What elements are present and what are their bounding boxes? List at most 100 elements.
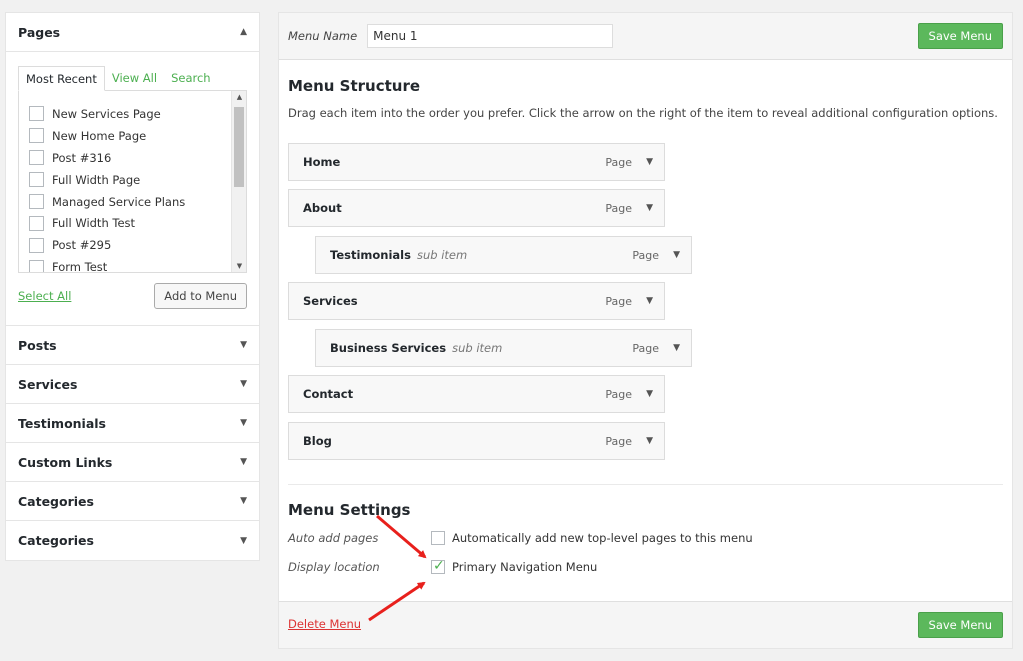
menu-item-blog[interactable]: Blog Page ▼: [288, 422, 665, 460]
page-label: Post #316: [52, 150, 112, 165]
list-item[interactable]: Full Width Test: [29, 212, 246, 234]
posts-accordion-header[interactable]: Posts ▼: [6, 326, 259, 365]
page-checkbox[interactable]: [29, 194, 44, 209]
categories-accordion-header[interactable]: Categories ▼: [6, 482, 259, 521]
page-label: Post #295: [52, 238, 112, 253]
select-all-link[interactable]: Select All: [18, 289, 71, 303]
menu-item-contact[interactable]: Contact Page ▼: [288, 375, 665, 413]
caret-down-icon[interactable]: ▼: [646, 203, 653, 213]
page-label: New Services Page: [52, 106, 161, 121]
tab-view-all[interactable]: View All: [105, 66, 164, 91]
auto-add-option[interactable]: Automatically add new top-level pages to…: [431, 531, 753, 545]
page-label: New Home Page: [52, 128, 147, 143]
page-checkbox[interactable]: [29, 128, 44, 144]
auto-add-checkbox[interactable]: [431, 531, 445, 545]
services-accordion-header[interactable]: Services ▼: [6, 365, 259, 404]
menu-item-title: Services: [303, 294, 358, 308]
menu-item-type: Page: [605, 387, 632, 401]
pages-actions: Select All Add to Menu: [18, 283, 247, 309]
tab-search[interactable]: Search: [164, 66, 218, 91]
scroll-up-icon[interactable]: ▲: [232, 93, 246, 101]
menu-item-type: Page: [632, 341, 659, 355]
menu-item-services[interactable]: Services Page ▼: [288, 282, 665, 320]
auto-add-text: Automatically add new top-level pages to…: [452, 531, 753, 545]
chevron-down-icon[interactable]: ▼: [240, 536, 247, 546]
page-label: Managed Service Plans: [52, 194, 186, 209]
accordion-title: Testimonials: [18, 415, 107, 431]
list-item[interactable]: Form Test: [29, 256, 246, 272]
testimonials-accordion-header[interactable]: Testimonials ▼: [6, 404, 259, 443]
chevron-down-icon[interactable]: ▼: [240, 418, 247, 428]
custom-links-accordion-header[interactable]: Custom Links ▼: [6, 443, 259, 482]
menu-structure-section: Menu Structure Drag each item into the o…: [279, 77, 1012, 120]
accordion-title: Posts: [18, 337, 57, 353]
menu-item-title: Testimonials: [330, 248, 411, 262]
list-item[interactable]: Post #316: [29, 147, 246, 169]
tab-most-recent[interactable]: Most Recent: [18, 66, 105, 91]
menu-item-testimonials[interactable]: Testimonials sub item Page ▼: [315, 236, 692, 274]
scrollbar-thumb[interactable]: [234, 107, 244, 187]
menu-name-label: Menu Name: [288, 29, 358, 43]
menu-item-title: Contact: [303, 387, 354, 401]
accordion-title: Categories: [18, 533, 94, 548]
menu-header-bar: Menu Name Menu 1 Save Menu: [279, 13, 1012, 60]
categories-accordion-header-2[interactable]: Categories ▼: [6, 521, 259, 560]
caret-down-icon[interactable]: ▼: [646, 157, 653, 167]
menu-item-type: Page: [605, 155, 632, 169]
list-item[interactable]: Full Width Page: [29, 169, 246, 191]
menu-item-type: Page: [605, 434, 632, 448]
scroll-down-icon[interactable]: ▼: [232, 262, 246, 270]
menu-item-type: Page: [632, 248, 659, 262]
menu-item-about[interactable]: About Page ▼: [288, 189, 665, 227]
caret-down-icon[interactable]: ▼: [646, 389, 653, 399]
list-item[interactable]: Managed Service Plans: [29, 191, 246, 213]
chevron-down-icon[interactable]: ▼: [240, 496, 247, 506]
menu-item-type: Page: [605, 201, 632, 215]
list-item[interactable]: Post #295: [29, 234, 246, 256]
menu-item-home[interactable]: Home Page ▼: [288, 143, 665, 181]
caret-down-icon[interactable]: ▼: [673, 343, 680, 353]
scrollbar[interactable]: ▲ ▼: [231, 91, 246, 272]
menu-footer-bar: Delete Menu Save Menu: [279, 601, 1012, 648]
save-menu-button-bottom[interactable]: Save Menu: [917, 612, 1003, 638]
display-location-row: Display location ✓ Primary Navigation Me…: [288, 558, 598, 574]
chevron-up-icon[interactable]: ▲: [240, 27, 247, 37]
menu-structure-title: Menu Structure: [288, 77, 421, 95]
checkmark-icon: ✓: [433, 558, 445, 574]
page-checkbox[interactable]: [29, 172, 44, 188]
primary-nav-option[interactable]: ✓ Primary Navigation Menu: [431, 558, 598, 574]
chevron-down-icon[interactable]: ▼: [240, 457, 247, 467]
page-checkbox[interactable]: [29, 215, 44, 231]
list-item[interactable]: New Home Page: [29, 125, 246, 147]
auto-add-label: Auto add pages: [288, 531, 379, 545]
menu-item-title: Business Services: [330, 341, 447, 355]
add-menu-items-sidebar: Pages ▲ Most Recent View All Search New …: [5, 12, 260, 561]
page-label: Full Width Test: [52, 216, 136, 231]
menu-item-business-services[interactable]: Business Services sub item Page ▼: [315, 329, 692, 367]
chevron-down-icon[interactable]: ▼: [240, 379, 247, 389]
caret-down-icon[interactable]: ▼: [646, 436, 653, 446]
caret-down-icon[interactable]: ▼: [673, 250, 680, 260]
primary-nav-checkbox[interactable]: ✓: [431, 558, 445, 574]
chevron-down-icon[interactable]: ▼: [240, 340, 247, 350]
menu-name-input[interactable]: Menu 1: [367, 24, 614, 48]
caret-down-icon[interactable]: ▼: [646, 296, 653, 306]
display-location-label: Display location: [288, 560, 380, 574]
accordion-title: Services: [18, 376, 78, 392]
delete-menu-link[interactable]: Delete Menu: [288, 617, 361, 631]
list-item[interactable]: New Services Page: [29, 103, 246, 125]
page-checkbox[interactable]: [29, 237, 44, 253]
primary-nav-text: Primary Navigation Menu: [452, 560, 598, 574]
page-checkbox[interactable]: [29, 150, 44, 166]
page-checkbox[interactable]: [29, 259, 44, 272]
menu-item-type: Page: [605, 294, 632, 308]
page-label: Full Width Page: [52, 172, 141, 187]
pages-tabs: Most Recent View All Search: [18, 66, 247, 91]
page-checkbox[interactable]: [29, 106, 44, 122]
add-to-menu-button[interactable]: Add to Menu: [154, 283, 247, 309]
menu-item-title: Blog: [303, 434, 332, 448]
save-menu-button-top[interactable]: Save Menu: [917, 23, 1003, 49]
pages-checklist: New Services Page New Home Page Post #31…: [18, 90, 247, 273]
section-divider: [288, 484, 1003, 485]
pages-accordion-header[interactable]: Pages ▲: [6, 13, 259, 52]
